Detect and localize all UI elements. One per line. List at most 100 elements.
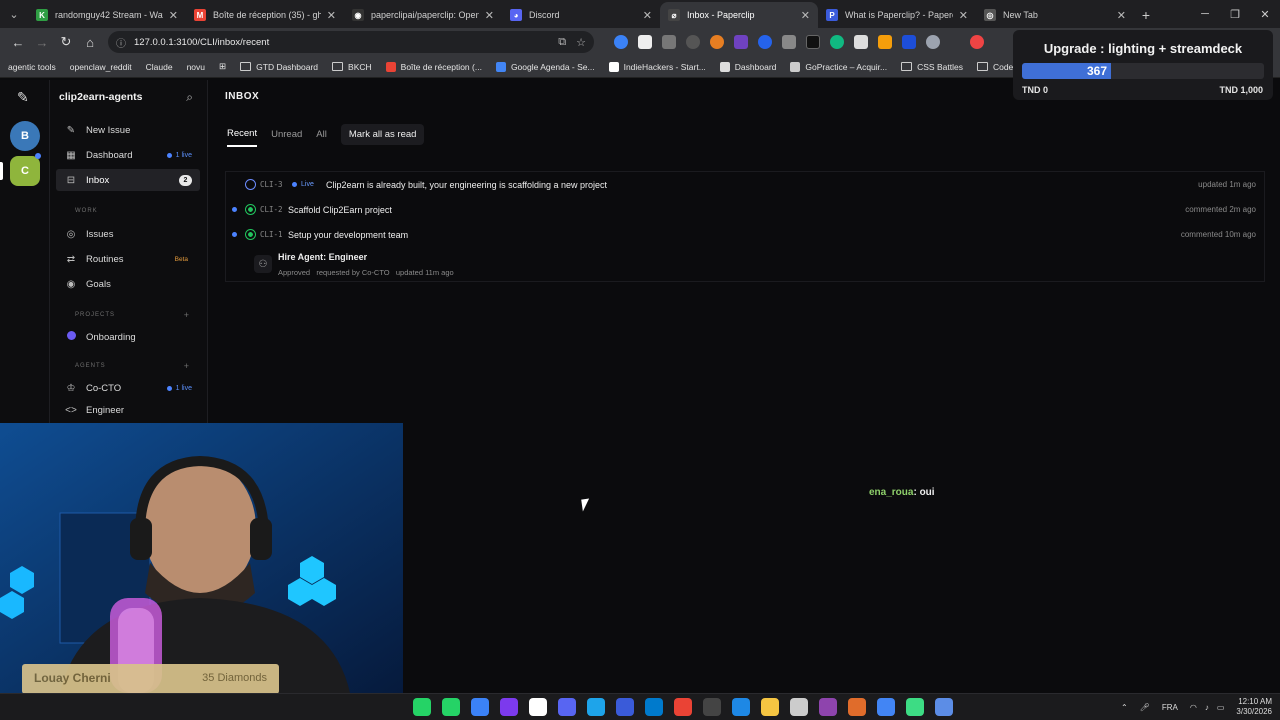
bookmark-item[interactable]: GoPractice – Acquir... <box>790 61 887 72</box>
bookmark-star-icon[interactable]: ☆ <box>576 36 586 49</box>
taskbar-app-icon[interactable] <box>645 698 663 716</box>
taskbar-app-icon[interactable] <box>674 698 692 716</box>
extension-icon[interactable] <box>926 35 940 49</box>
minimize-icon[interactable]: ─ <box>1190 0 1220 28</box>
extension-icon[interactable] <box>662 35 676 49</box>
volume-icon[interactable]: ♪ <box>1205 703 1209 712</box>
site-info-icon[interactable]: ⓘ <box>116 35 126 50</box>
bookmark-item[interactable]: agentic tools <box>8 62 56 72</box>
extension-icon[interactable] <box>758 35 772 49</box>
extension-icon[interactable] <box>710 35 724 49</box>
taskbar-app-icon[interactable] <box>442 698 460 716</box>
close-tab-icon[interactable]: ✕ <box>169 9 178 22</box>
back-arrow-icon[interactable]: ← <box>6 30 30 54</box>
microphone-icon[interactable]: 🎤︎ <box>1140 703 1150 712</box>
taskbar-app-icon[interactable] <box>848 698 866 716</box>
taskbar-app-icon[interactable] <box>413 698 431 716</box>
bookmark-item[interactable]: CSS Battles <box>901 62 963 72</box>
inbox-row-cli-2[interactable]: CLI-2 Scaffold Clip2Earn project comment… <box>226 197 1264 222</box>
language-indicator[interactable]: FRA <box>1162 703 1178 712</box>
new-tab-plus-icon[interactable]: + <box>1134 2 1158 28</box>
bookmark-item[interactable]: openclaw_reddit <box>70 62 132 72</box>
close-tab-icon[interactable]: ✕ <box>801 9 810 22</box>
extension-icon[interactable] <box>830 35 844 49</box>
chevron-up-icon[interactable]: ⌃ <box>1121 703 1128 712</box>
extension-icon[interactable] <box>806 35 820 49</box>
bookmark-item[interactable]: Claude <box>146 62 173 72</box>
search-icon[interactable]: ⌕ <box>186 90 193 105</box>
mark-all-read-button[interactable]: Mark all as read <box>340 124 425 145</box>
browser-tab[interactable]: Krandomguy42 Stream - Watch I ✕ <box>28 2 186 28</box>
extension-icon[interactable] <box>782 35 796 49</box>
taskbar-app-icon[interactable] <box>616 698 634 716</box>
address-bar[interactable]: ⓘ 127.0.0.1:3100/CLI/inbox/recent ⧉ ☆ <box>108 31 594 53</box>
company-avatar-b[interactable]: B <box>10 121 40 151</box>
browser-tab[interactable]: P What is Paperclip? - Paperclip ✕ <box>818 2 976 28</box>
approval-row[interactable]: ⚇ Hire Agent: Engineer Approved requeste… <box>226 247 1264 282</box>
taskbar-app-icon[interactable] <box>732 698 750 716</box>
bookmark-item[interactable]: BKCH <box>332 62 372 72</box>
clock[interactable]: 12:10 AM 3/30/2026 <box>1236 697 1272 717</box>
extension-icon[interactable] <box>854 35 868 49</box>
bookmark-item[interactable]: Google Agenda - Se... <box>495 61 595 72</box>
taskbar-app-icon[interactable] <box>471 698 489 716</box>
home-icon[interactable]: ⌂ <box>78 30 102 54</box>
maximize-icon[interactable]: ❐ <box>1220 0 1250 28</box>
taskbar-app-icon[interactable] <box>761 698 779 716</box>
sidebar-item-new-issue[interactable]: ✎ New Issue <box>56 119 200 141</box>
taskbar-app-icon[interactable] <box>935 698 953 716</box>
browser-tab[interactable]: ◕ Discord ✕ <box>502 2 660 28</box>
taskbar-app-icon[interactable] <box>790 698 808 716</box>
close-tab-icon[interactable]: ✕ <box>1117 9 1126 22</box>
sidebar-item-issues[interactable]: ◎ Issues <box>56 223 200 245</box>
taskbar-app-icon[interactable] <box>558 698 576 716</box>
company-name[interactable]: clip2earn-agents <box>59 91 142 103</box>
extension-icon[interactable] <box>686 35 700 49</box>
inbox-row-cli-1[interactable]: CLI-1 Setup your development team commen… <box>226 222 1264 247</box>
close-tab-icon[interactable]: ✕ <box>327 9 336 22</box>
reload-icon[interactable]: ↻ <box>54 30 78 54</box>
sidebar-item-agent-co-cto[interactable]: ♔ Co-CTO 1 live <box>56 377 200 399</box>
url-text[interactable]: 127.0.0.1:3100/CLI/inbox/recent <box>134 37 548 48</box>
forward-arrow-icon[interactable]: → <box>30 30 54 54</box>
taskbar-app-icon[interactable] <box>529 698 547 716</box>
browser-tab[interactable]: ◉ paperclipai/paperclip: Open-sc ✕ <box>344 2 502 28</box>
install-app-icon[interactable]: ⧉ <box>558 36 566 49</box>
tab-unread[interactable]: Unread <box>271 129 302 146</box>
extension-icon[interactable] <box>970 35 984 49</box>
tab-search-chevron-icon[interactable]: ⌄ <box>0 0 28 28</box>
battery-icon[interactable]: ▭ <box>1217 703 1225 712</box>
taskbar-app-icon[interactable] <box>877 698 895 716</box>
add-project-plus-icon[interactable]: + <box>184 310 189 320</box>
taskbar-app-icon[interactable] <box>500 698 518 716</box>
close-tab-icon[interactable]: ✕ <box>485 9 494 22</box>
wifi-icon[interactable]: ◠ <box>1190 703 1197 712</box>
sidebar-item-dashboard[interactable]: ▦ Dashboard 1 live <box>56 144 200 166</box>
bookmark-item[interactable]: Dashboard <box>719 61 776 72</box>
taskbar-app-icon[interactable] <box>703 698 721 716</box>
bookmark-item[interactable]: GTD Dashboard <box>240 62 318 72</box>
add-agent-plus-icon[interactable]: + <box>184 361 189 371</box>
tab-recent[interactable]: Recent <box>227 128 258 147</box>
bookmark-item[interactable]: IndieHackers - Start... <box>608 61 706 72</box>
apps-grid-icon[interactable]: ⊞ <box>219 61 226 72</box>
company-avatar-c[interactable]: C <box>10 156 40 186</box>
sidebar-item-agent-engineer[interactable]: <> Engineer <box>56 399 200 421</box>
taskbar-app-icon[interactable] <box>819 698 837 716</box>
inbox-row-cli-3[interactable]: CLI-3 Live Clip2earn is already built, y… <box>226 172 1264 197</box>
browser-tab[interactable]: ◎ New Tab ✕ <box>976 2 1134 28</box>
close-tab-icon[interactable]: ✕ <box>959 9 968 22</box>
bookmark-item[interactable]: novu <box>187 62 205 72</box>
extension-icon[interactable] <box>878 35 892 49</box>
tab-all[interactable]: All <box>316 129 327 146</box>
taskbar-app-icon[interactable] <box>906 698 924 716</box>
close-window-icon[interactable]: ✕ <box>1250 0 1280 28</box>
sidebar-item-inbox[interactable]: ⊟ Inbox 2 <box>56 169 200 191</box>
extension-icon[interactable] <box>614 35 628 49</box>
extension-icon[interactable] <box>902 35 916 49</box>
extension-icon[interactable] <box>638 35 652 49</box>
extension-icon[interactable] <box>734 35 748 49</box>
close-tab-icon[interactable]: ✕ <box>643 9 652 22</box>
bookmark-item[interactable]: Boîte de réception (... <box>385 61 482 72</box>
sidebar-item-project[interactable]: Onboarding <box>56 326 200 348</box>
